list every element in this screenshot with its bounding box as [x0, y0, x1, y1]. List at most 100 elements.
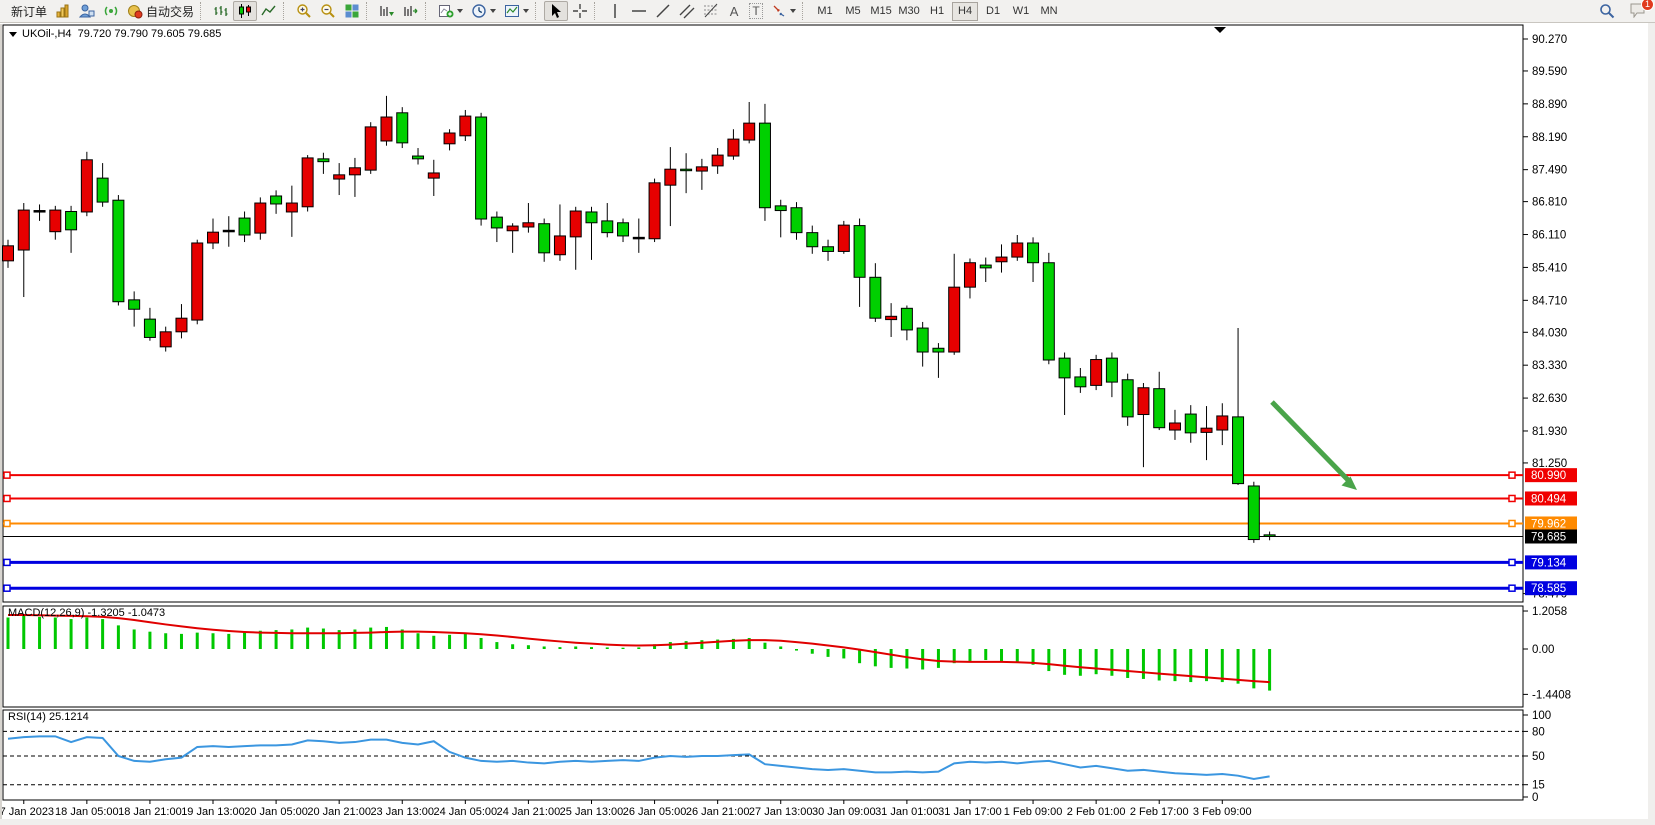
candle-body — [618, 223, 629, 236]
new-order-button[interactable]: 新订单 — [4, 1, 51, 21]
signals-icon[interactable] — [99, 1, 123, 21]
symbol-dropdown-icon[interactable] — [9, 32, 17, 37]
rsi-axis-label: 80 — [1532, 726, 1545, 738]
arrows-tool-icon[interactable] — [767, 1, 800, 21]
vertical-line-tool-icon[interactable] — [603, 1, 627, 21]
macd-histogram-bar — [1126, 649, 1129, 678]
new-chart-icon[interactable] — [434, 1, 467, 21]
macd-histogram-bar — [1158, 649, 1161, 681]
candle-body — [759, 123, 770, 208]
main-chart-pane[interactable] — [3, 25, 1523, 602]
macd-histogram-bar — [1000, 649, 1003, 661]
candle-body — [996, 257, 1007, 262]
price-axis-label: 85.410 — [1532, 262, 1567, 274]
macd-histogram-bar — [700, 640, 703, 649]
candle-body — [964, 263, 975, 287]
text-tool-button[interactable]: A — [723, 1, 745, 21]
dropdown-caret-icon — [490, 9, 496, 13]
candlestick-mode-icon[interactable] — [233, 1, 257, 21]
candle-body — [3, 246, 14, 261]
macd-pane[interactable] — [3, 606, 1523, 707]
macd-axis-label: 1.2058 — [1532, 606, 1567, 618]
candle-body — [1075, 377, 1086, 387]
candle-body — [1217, 416, 1228, 430]
trendline-tool-icon[interactable] — [651, 1, 675, 21]
macd-histogram-bar — [22, 616, 25, 649]
tile-windows-icon[interactable] — [340, 1, 364, 21]
period-clock-icon[interactable] — [467, 1, 500, 21]
macd-histogram-bar — [7, 618, 10, 650]
auto-scroll-icon[interactable] — [375, 1, 399, 21]
time-axis-label: 31 Jan 17:00 — [938, 806, 1002, 818]
time-axis-label: 18 Jan 05:00 — [55, 806, 119, 818]
fibonacci-tool-icon[interactable] — [699, 1, 723, 21]
line-handle[interactable] — [1509, 585, 1515, 591]
line-handle[interactable] — [4, 559, 10, 565]
line-handle[interactable] — [1509, 495, 1515, 501]
macd-histogram-bar — [464, 634, 467, 649]
timeframe-W1[interactable]: W1 — [1008, 2, 1034, 21]
dropdown-caret-icon — [523, 9, 529, 13]
candle-body — [791, 208, 802, 233]
line-handle[interactable] — [4, 520, 10, 526]
cursor-tool-icon[interactable] — [544, 1, 568, 21]
macd-histogram-bar — [827, 649, 830, 657]
bar-chart-mode-icon[interactable] — [209, 1, 233, 21]
zoom-out-icon[interactable] — [316, 1, 340, 21]
line-handle[interactable] — [1509, 472, 1515, 478]
notifications-button[interactable]: 1 — [1629, 2, 1647, 21]
accounts-icon[interactable] — [75, 1, 99, 21]
rsi-pane[interactable] — [3, 710, 1523, 800]
macd-indicator-label: MACD(12,26,9) -1.3205 -1.0473 — [8, 607, 165, 619]
candle-body — [933, 348, 944, 352]
line-chart-mode-icon[interactable] — [257, 1, 281, 21]
candle-body — [428, 173, 439, 178]
candle-body — [176, 318, 187, 332]
macd-histogram-bar — [306, 628, 309, 649]
line-handle[interactable] — [1509, 520, 1515, 526]
channel-tool-icon[interactable] — [675, 1, 699, 21]
horizontal-line-tool-icon[interactable] — [627, 1, 651, 21]
macd-histogram-bar — [637, 647, 640, 649]
macd-histogram-bar — [322, 629, 325, 649]
chart-canvas[interactable]: 90.27089.59088.89088.19087.49086.81086.1… — [0, 0, 1655, 825]
market-watch-icon[interactable] — [51, 1, 75, 21]
search-icon[interactable] — [1595, 1, 1619, 21]
price-axis-label: 88.190 — [1532, 132, 1567, 144]
macd-histogram-bar — [212, 633, 215, 649]
timeframe-M5[interactable]: M5 — [840, 2, 866, 21]
line-handle[interactable] — [4, 585, 10, 591]
macd-histogram-bar — [968, 649, 971, 661]
candle-body — [66, 211, 77, 229]
label-tool-button[interactable]: T — [745, 1, 767, 21]
candle-body — [113, 200, 124, 302]
templates-icon[interactable] — [500, 1, 533, 21]
autotrade-button[interactable]: 自动交易 — [123, 1, 198, 21]
price-level-badge-text: 80.990 — [1531, 470, 1566, 482]
chart-symbol-header[interactable]: UKOil-,H4 79.720 79.790 79.605 79.685 — [9, 28, 221, 40]
toolbar-separator — [425, 2, 432, 20]
dropdown-caret-icon — [457, 9, 463, 13]
zoom-in-icon[interactable] — [292, 1, 316, 21]
candle-body — [1233, 417, 1244, 484]
timeframe-H1[interactable]: H1 — [924, 2, 950, 21]
timeframe-MN[interactable]: MN — [1036, 2, 1062, 21]
price-axis-label: 82.630 — [1532, 393, 1567, 405]
price-level-badge-text: 79.134 — [1531, 557, 1567, 569]
timeframe-M1[interactable]: M1 — [812, 2, 838, 21]
timeframe-M15[interactable]: M15 — [868, 2, 894, 21]
line-handle[interactable] — [4, 472, 10, 478]
timeframe-D1[interactable]: D1 — [980, 2, 1006, 21]
timeframe-M30[interactable]: M30 — [896, 2, 922, 21]
line-handle[interactable] — [1509, 559, 1515, 565]
time-axis-label: 2 Feb 01:00 — [1067, 806, 1126, 818]
toolbar-separator — [594, 2, 601, 20]
chart-shift-icon[interactable] — [399, 1, 423, 21]
candle-body — [1185, 414, 1196, 433]
line-handle[interactable] — [4, 495, 10, 501]
macd-value: -1.3205 — [87, 607, 124, 619]
candle-body — [365, 127, 376, 170]
crosshair-tool-icon[interactable] — [568, 1, 592, 21]
price-axis-label: 86.110 — [1532, 230, 1566, 242]
timeframe-H4[interactable]: H4 — [952, 2, 978, 21]
